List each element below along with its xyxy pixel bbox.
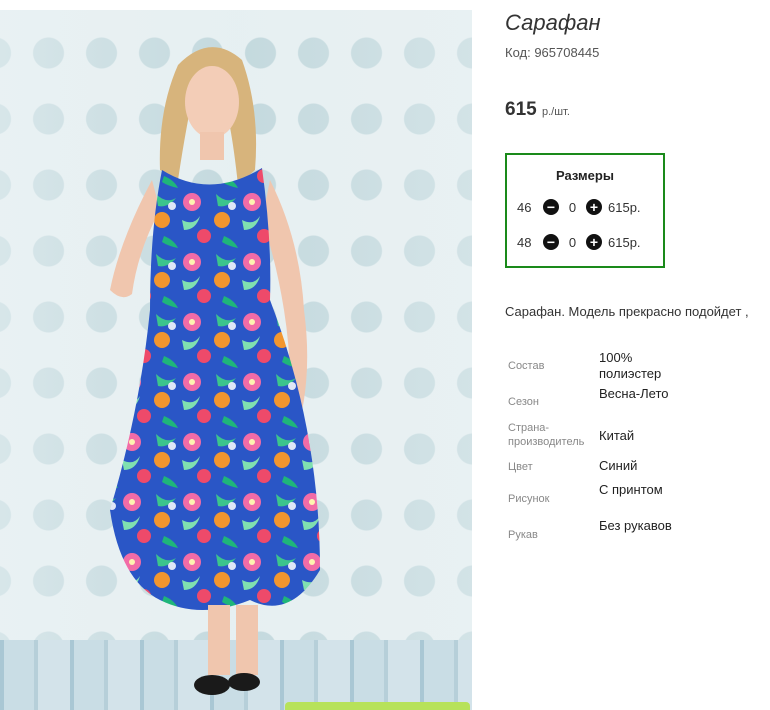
price-unit: р./шт. <box>541 106 570 118</box>
property-key: Цвет <box>508 461 533 473</box>
size-price: 615р. <box>608 199 641 215</box>
property-value: Без рукавов <box>599 518 672 533</box>
quantity-value[interactable]: 0 <box>559 235 586 250</box>
increase-quantity-button[interactable]: + <box>586 234 602 250</box>
model-illustration <box>110 47 320 695</box>
property-key: Страна-производитель <box>508 422 585 448</box>
decrease-quantity-button[interactable]: − <box>543 234 559 250</box>
size-row: 48 − 0 + 615р. <box>517 232 641 252</box>
size-label: 48 <box>517 234 532 250</box>
product-photo[interactable] <box>0 10 472 710</box>
photo-bottom-accent <box>285 702 470 710</box>
property-value: Синий <box>599 458 638 473</box>
property-key: Рисунок <box>508 493 550 505</box>
increase-quantity-button[interactable]: + <box>586 199 602 215</box>
property-key: Состав <box>508 360 545 372</box>
size-label: 46 <box>517 199 532 215</box>
property-value: 100% полиэстер <box>599 350 662 381</box>
size-price: 615р. <box>608 234 641 250</box>
property-value: Весна-Лето <box>599 386 669 401</box>
product-title: Сарафан <box>505 10 601 35</box>
property-value: Китай <box>599 428 635 443</box>
product-price: 615 р./шт. <box>505 99 570 121</box>
sizes-header: Размеры <box>556 168 614 183</box>
property-value: С принтом <box>599 482 663 497</box>
product-code: Код: 965708445 <box>505 45 600 60</box>
product-description: Сарафан. Модель прекрасно подойдет , <box>505 304 749 319</box>
quantity-value[interactable]: 0 <box>559 200 586 215</box>
price-value: 615 <box>505 99 537 120</box>
decrease-quantity-button[interactable]: − <box>543 199 559 215</box>
sizes-panel: Размеры 46 − 0 + 615р. 48 − 0 + 615р. <box>505 153 665 268</box>
size-row: 46 − 0 + 615р. <box>517 197 641 217</box>
property-key: Сезон <box>508 396 539 408</box>
property-key: Рукав <box>508 529 538 541</box>
